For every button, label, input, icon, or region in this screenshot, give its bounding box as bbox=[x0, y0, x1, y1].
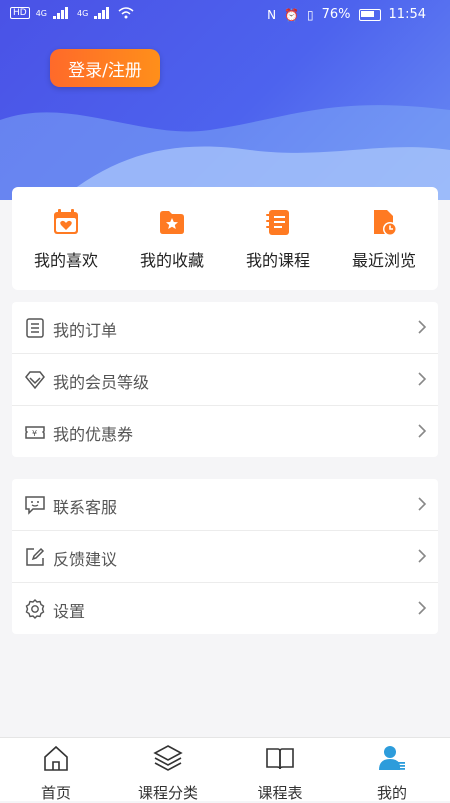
menu-item-customer-service[interactable]: 联系客服 bbox=[12, 479, 438, 531]
book-icon bbox=[266, 748, 294, 770]
signal-icon bbox=[53, 7, 68, 19]
tab-mine[interactable]: 我的 bbox=[336, 744, 448, 803]
menu-item-label: 设置 bbox=[53, 602, 86, 621]
menu-item-label: 我的会员等级 bbox=[53, 373, 150, 392]
svg-text:¥: ¥ bbox=[32, 429, 37, 438]
coupon-icon: ¥ bbox=[25, 426, 45, 439]
user-icon bbox=[379, 746, 405, 770]
chevron-right-icon bbox=[418, 601, 427, 615]
login-register-button[interactable]: 登录/注册 bbox=[50, 49, 160, 87]
home-icon bbox=[44, 745, 68, 771]
menu-item-label: 反馈建议 bbox=[53, 550, 118, 569]
menu-item-membership[interactable]: 我的会员等级 bbox=[12, 354, 438, 406]
recent-clock-icon bbox=[374, 210, 397, 236]
menu-item-label: 联系客服 bbox=[53, 498, 118, 517]
quick-action-favorites[interactable]: 我的喜欢 bbox=[16, 207, 116, 271]
order-list-icon bbox=[26, 318, 44, 338]
tab-home[interactable]: 首页 bbox=[0, 744, 112, 803]
signal-icon bbox=[94, 7, 110, 19]
account-menu-card: 我的订单 我的会员等级 ¥ 我的优惠券 bbox=[12, 302, 438, 457]
bottom-tab-bar: 首页 课程分类 课程表 我的 bbox=[0, 737, 450, 803]
chevron-right-icon bbox=[418, 549, 427, 563]
battery-percent: 76% bbox=[321, 7, 351, 22]
tab-course-categories[interactable]: 课程分类 bbox=[112, 744, 224, 803]
quick-actions-card: 我的喜欢 我的收藏 我的课程 最近浏览 bbox=[12, 187, 438, 290]
quick-action-collections[interactable]: 我的收藏 bbox=[122, 207, 222, 271]
quick-action-label: 我的收藏 bbox=[139, 251, 204, 270]
heart-calendar-icon bbox=[54, 209, 78, 234]
chevron-right-icon bbox=[418, 497, 427, 511]
tab-course-schedule[interactable]: 课程表 bbox=[224, 744, 336, 803]
menu-item-settings[interactable]: 设置 bbox=[12, 583, 438, 634]
chevron-right-icon bbox=[418, 372, 427, 386]
quick-action-label: 我的课程 bbox=[245, 251, 310, 270]
network-type-1: 4G bbox=[35, 8, 47, 18]
quick-action-label: 最近浏览 bbox=[351, 251, 416, 270]
battery-icon bbox=[358, 8, 381, 21]
gear-icon bbox=[25, 599, 45, 619]
hd-badge: HD bbox=[10, 7, 30, 19]
menu-item-coupons[interactable]: ¥ 我的优惠券 bbox=[12, 406, 438, 457]
status-bar: HD 4G 4G N ⏰ ▯ 76% 11:54 bbox=[0, 0, 450, 30]
vibrate-icon: ▯ bbox=[307, 7, 314, 22]
clock-time: 11:54 bbox=[388, 7, 426, 22]
chevron-right-icon bbox=[418, 424, 427, 438]
quick-action-my-courses[interactable]: 我的课程 bbox=[228, 207, 328, 271]
alarm-icon: ⏰ bbox=[284, 7, 300, 22]
menu-item-label: 我的订单 bbox=[53, 321, 118, 340]
nfc-icon: N bbox=[267, 7, 277, 22]
network-type-2: 4G bbox=[77, 8, 89, 18]
support-menu-card: 联系客服 反馈建议 设置 bbox=[12, 479, 438, 634]
menu-item-orders[interactable]: 我的订单 bbox=[12, 302, 438, 354]
quick-action-recent[interactable]: 最近浏览 bbox=[334, 207, 434, 271]
layers-icon bbox=[153, 745, 183, 771]
profile-header-background bbox=[0, 0, 450, 200]
diamond-icon bbox=[25, 371, 45, 390]
chevron-right-icon bbox=[418, 320, 427, 334]
wifi-icon bbox=[118, 7, 134, 19]
chat-icon bbox=[25, 496, 45, 515]
notebook-icon bbox=[266, 210, 289, 235]
menu-item-label: 我的优惠券 bbox=[53, 425, 134, 444]
quick-action-label: 我的喜欢 bbox=[33, 251, 98, 270]
edit-icon bbox=[26, 547, 45, 566]
star-folder-icon bbox=[160, 211, 184, 234]
menu-item-feedback[interactable]: 反馈建议 bbox=[12, 531, 438, 583]
